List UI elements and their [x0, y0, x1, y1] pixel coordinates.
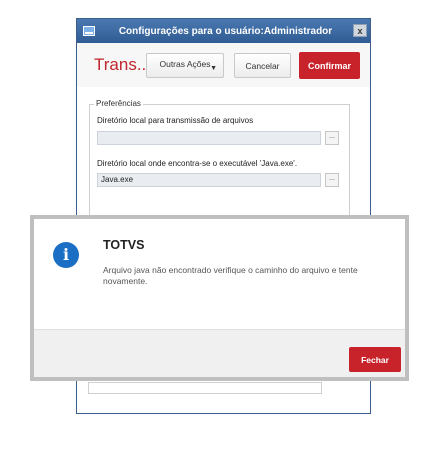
caret-down-icon: ▼	[210, 65, 217, 72]
java-dir-input[interactable]: Java.exe	[97, 173, 321, 187]
transfer-dir-input[interactable]	[97, 131, 321, 145]
toolbar-title: Trans...	[94, 55, 151, 74]
close-dialog-button[interactable]: Fechar	[349, 347, 401, 372]
cancel-button[interactable]: Cancelar	[234, 53, 291, 78]
more-actions-button[interactable]: Outras Ações ▼	[146, 53, 224, 78]
confirm-button[interactable]: Confirmar	[299, 52, 360, 79]
dialog-message: Arquivo java não encontrado verifique o …	[103, 265, 358, 286]
window-app-icon	[83, 26, 95, 36]
transfer-dir-label: Diretório local para transmissão de arqu…	[97, 116, 254, 125]
preferences-group: Preferências Diretório local para transm…	[89, 99, 350, 216]
window-title: Configurações para o usuário:Administrad…	[118, 25, 333, 37]
window-close-button[interactable]: x	[353, 24, 367, 37]
alert-dialog: i TOTVS Arquivo java não encontrado veri…	[30, 215, 409, 381]
dialog-body: i TOTVS Arquivo java não encontrado veri…	[34, 219, 405, 329]
window-title-bar: Configurações para o usuário:Administrad…	[77, 19, 370, 43]
transfer-dir-browse-button[interactable]: ...	[325, 131, 339, 145]
hidden-field	[88, 382, 322, 394]
info-icon: i	[53, 242, 79, 268]
java-dir-browse-button[interactable]: ...	[325, 173, 339, 187]
java-dir-label: Diretório local onde encontra-se o execu…	[97, 159, 298, 168]
dialog-title: TOTVS	[103, 238, 145, 252]
dialog-footer: Fechar	[34, 329, 405, 377]
preferences-legend: Preferências	[94, 99, 143, 108]
more-actions-label: Outras Ações	[159, 58, 211, 69]
toolbar: Trans... Outras Ações ▼ Cancelar Confirm…	[77, 43, 370, 88]
